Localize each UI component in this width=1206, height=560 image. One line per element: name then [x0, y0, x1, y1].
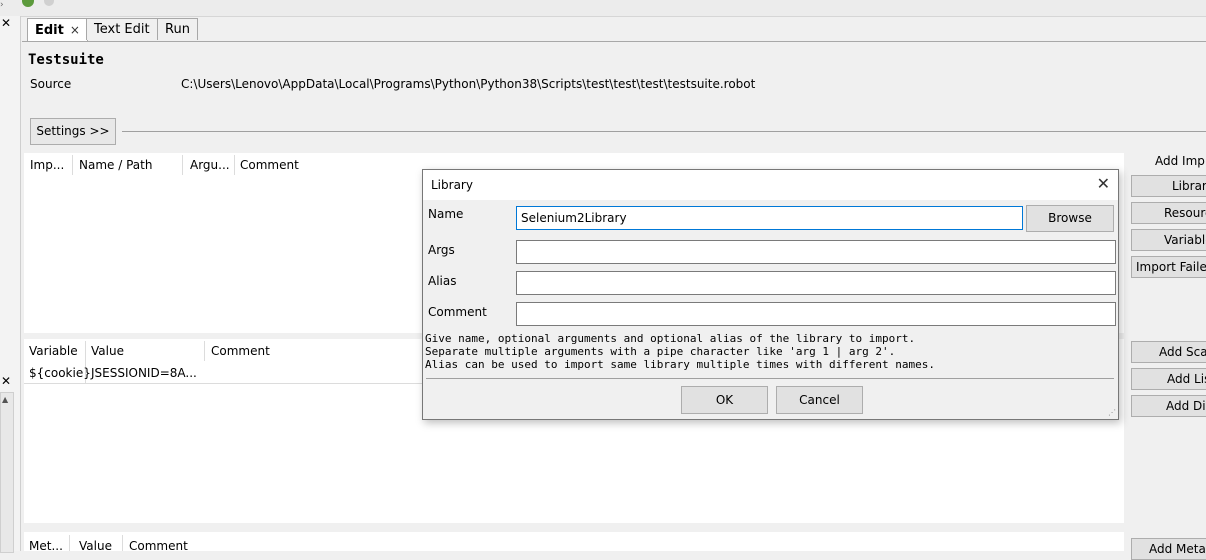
tab-text-edit[interactable]: Text Edit — [86, 18, 158, 40]
toolbar-arrow-icon[interactable]: › — [0, 0, 4, 10]
column-separator[interactable] — [182, 155, 183, 175]
args-label: Args — [428, 243, 455, 257]
add-metadata-button[interactable]: Add Meta — [1131, 538, 1206, 560]
variable-value-cell[interactable]: JSESSIONID=8A... — [91, 366, 197, 380]
row-divider — [24, 383, 424, 384]
settings-divider — [122, 131, 1206, 132]
library-dialog[interactable]: Library ✕ Name Browse Args Alias Comment… — [422, 169, 1119, 420]
ok-button[interactable]: OK — [681, 386, 768, 414]
library-name-input[interactable] — [516, 206, 1023, 230]
add-library-button[interactable]: Library — [1131, 175, 1206, 197]
scrollbar[interactable]: ▲ — [0, 392, 14, 553]
column-header[interactable]: Value — [91, 344, 124, 358]
column-separator[interactable] — [234, 155, 235, 175]
add-list-button[interactable]: Add List — [1131, 368, 1206, 390]
help-line: Give name, optional arguments and option… — [425, 332, 916, 345]
close-icon[interactable]: ✕ — [1, 374, 11, 388]
tab-label: Edit — [35, 23, 64, 38]
top-toolbar — [0, 0, 1206, 17]
column-separator[interactable] — [72, 155, 73, 175]
scroll-up-icon[interactable]: ▲ — [2, 395, 8, 404]
column-separator[interactable] — [69, 535, 70, 551]
page-title: Testsuite — [28, 52, 104, 68]
cancel-button[interactable]: Cancel — [776, 386, 863, 414]
column-header[interactable]: Name / Path — [79, 158, 152, 172]
tab-edit[interactable]: Edit × — [27, 18, 88, 42]
help-text: Give name, optional arguments and option… — [425, 332, 1115, 371]
help-line: Alias can be used to import same library… — [425, 358, 935, 371]
metadata-table[interactable]: Met... Value Comment — [24, 532, 1124, 553]
dialog-title: Library — [431, 178, 473, 192]
column-header[interactable]: Comment — [211, 344, 270, 358]
add-dict-button[interactable]: Add Dict — [1131, 395, 1206, 417]
import-failed-button[interactable]: Import Failed — [1131, 256, 1206, 278]
browse-button[interactable]: Browse — [1026, 205, 1114, 232]
alias-input[interactable] — [516, 271, 1116, 295]
close-icon[interactable]: ✕ — [1, 16, 11, 30]
close-icon[interactable]: ✕ — [1097, 174, 1110, 193]
args-input[interactable] — [516, 240, 1116, 264]
alias-label: Alias — [428, 274, 457, 288]
column-header[interactable]: Comment — [240, 158, 299, 172]
dialog-titlebar[interactable]: Library ✕ — [423, 170, 1118, 200]
comment-input[interactable] — [516, 302, 1116, 326]
column-header[interactable]: Variable — [29, 344, 78, 358]
add-import-label: Add Imp — [1155, 154, 1205, 168]
column-header[interactable]: Argu... — [190, 158, 230, 172]
tab-divider — [22, 41, 1206, 42]
name-label: Name — [428, 207, 464, 221]
settings-button[interactable]: Settings >> — [30, 118, 116, 145]
column-separator[interactable] — [204, 341, 205, 361]
source-label: Source — [30, 77, 72, 91]
source-path: C:\Users\Lenovo\AppData\Local\Programs\P… — [181, 77, 756, 91]
resize-grip-icon[interactable]: ⋰ — [1108, 408, 1116, 417]
help-line: Separate multiple arguments with a pipe … — [425, 345, 896, 358]
dialog-divider — [426, 378, 1114, 379]
add-scalar-button[interactable]: Add Scalar — [1131, 341, 1206, 363]
column-separator[interactable] — [122, 535, 123, 551]
comment-label: Comment — [428, 305, 487, 319]
add-variables-button[interactable]: Variable — [1131, 229, 1206, 251]
close-icon[interactable]: × — [70, 23, 80, 37]
add-resource-button[interactable]: Resource — [1131, 202, 1206, 224]
tab-run[interactable]: Run — [157, 18, 198, 40]
variable-name-cell[interactable]: ${cookie} — [29, 366, 91, 380]
column-header[interactable]: Imp... — [30, 158, 64, 172]
